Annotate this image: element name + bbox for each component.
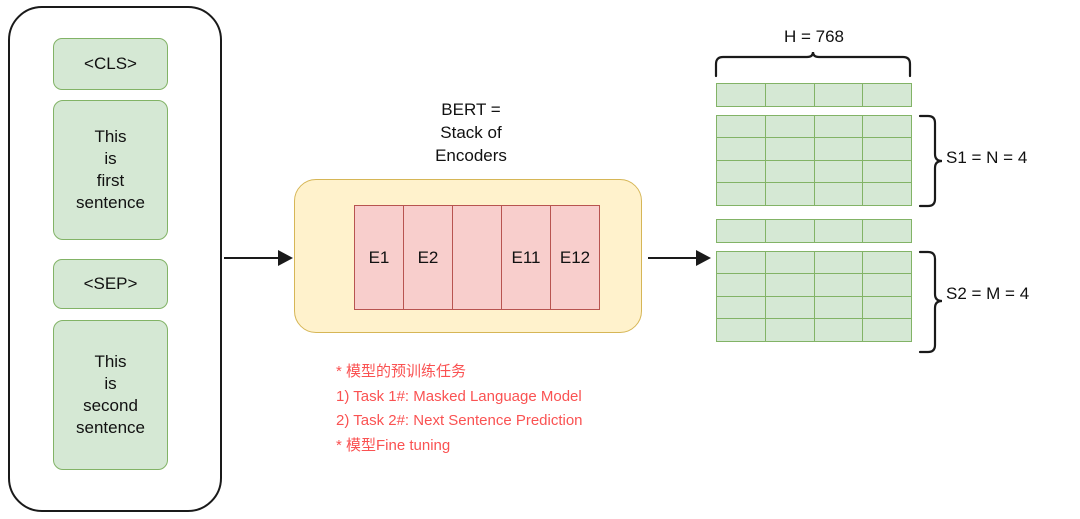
encoder-cell-ellipsis: [453, 206, 502, 309]
matrix-cell: [863, 220, 911, 242]
matrix-cell: [766, 138, 815, 161]
matrix-cell: [717, 160, 766, 183]
bert-title: BERT = Stack of Encoders: [386, 98, 556, 167]
matrix-cell: [815, 138, 864, 161]
matrix-cell: [766, 274, 815, 297]
encoder-cell-e12: E12: [559, 247, 591, 267]
matrix-cell: [863, 183, 911, 205]
matrix-cell: [863, 297, 911, 319]
matrix-row: [716, 251, 912, 275]
matrix-cell: [815, 84, 864, 106]
note-line-4: * 模型Fine tuning: [336, 436, 451, 454]
matrix-cell: [815, 220, 864, 242]
matrix-group-s1: [716, 115, 912, 207]
matrix-row: [716, 318, 912, 343]
matrix-cell: [863, 274, 911, 296]
matrix-cell: [717, 252, 766, 274]
matrix-row: [716, 295, 912, 320]
matrix-cell: [717, 319, 766, 342]
encoder-cell-e2: E2: [404, 206, 453, 309]
brace-s1: [918, 114, 943, 208]
matrix-cell: [717, 138, 766, 161]
encoder-cell-e1: E1: [355, 206, 404, 309]
arrow-bert-to-output-head: [696, 250, 711, 266]
matrix-cell: [766, 252, 815, 274]
token-box-sep: <SEP>: [53, 259, 168, 309]
bert-title-line-1: BERT =: [441, 100, 501, 119]
matrix-group-cls: [716, 83, 912, 107]
matrix-row: [716, 219, 912, 243]
matrix-cell: [766, 220, 815, 242]
matrix-row: [716, 137, 912, 162]
token-label-cls: <CLS>: [84, 54, 137, 73]
matrix-cell: [815, 160, 864, 183]
matrix-cell: [863, 252, 911, 274]
matrix-cell: [863, 319, 911, 341]
pretraining-notes: * 模型的预训练任务 1) Task 1#: Masked Language M…: [336, 360, 756, 458]
hidden-size-label: H = 768: [783, 27, 844, 46]
matrix-cell: [863, 116, 911, 138]
encoder-cell-e11: E11: [502, 206, 551, 309]
matrix-cell: [815, 252, 864, 274]
token-label-sep: <SEP>: [83, 274, 138, 293]
brace-hidden-size: [714, 51, 912, 78]
encoder-stack: E1 E2 E11 E12: [354, 205, 600, 310]
matrix-cell: [717, 220, 766, 242]
matrix-cell: [863, 161, 911, 183]
matrix-row: [716, 273, 912, 298]
matrix-row: [716, 159, 912, 184]
matrix-cell: [766, 116, 815, 138]
arrow-input-to-bert-head: [278, 250, 293, 266]
bert-title-line-2: Stack of: [440, 123, 502, 142]
matrix-cell: [766, 183, 815, 206]
matrix-cell: [717, 84, 766, 106]
matrix-cell: [766, 319, 815, 342]
matrix-cell: [815, 116, 864, 138]
matrix-cell: [717, 296, 766, 319]
matrix-group-sep: [716, 219, 912, 243]
matrix-cell: [863, 138, 911, 160]
note-line-3: 2) Task 2#: Next Sentence Prediction: [336, 412, 583, 429]
matrix-cell: [815, 319, 864, 342]
matrix-row: [716, 182, 912, 207]
note-line-1: * 模型的预训练任务: [336, 363, 467, 380]
matrix-cell: [766, 84, 815, 106]
bert-title-line-3: Encoders: [435, 146, 507, 165]
token-box-second-sentence: This is second sentence: [53, 320, 168, 470]
token-box-first-sentence: This is first sentence: [53, 100, 168, 240]
token-box-cls: <CLS>: [53, 38, 168, 90]
arrow-bert-to-output-line: [648, 257, 698, 260]
matrix-cell: [815, 296, 864, 319]
matrix-group-s2: [716, 251, 912, 343]
matrix-cell: [717, 116, 766, 138]
arrow-input-to-bert-line: [224, 257, 280, 260]
matrix-row: [716, 83, 912, 107]
note-line-2: 1) Task 1#: Masked Language Model: [336, 387, 582, 405]
matrix-cell: [717, 274, 766, 297]
brace-s2: [918, 250, 943, 354]
matrix-cell: [766, 160, 815, 183]
matrix-cell: [863, 84, 911, 106]
matrix-cell: [766, 296, 815, 319]
matrix-cell: [717, 183, 766, 206]
matrix-row: [716, 115, 912, 139]
label-s1: S1 = N = 4: [946, 148, 1028, 167]
token-label-second-sentence: This is second sentence: [76, 352, 145, 437]
diagram-canvas: <CLS> This is first sentence <SEP> This is se…: [0, 0, 1080, 519]
label-s2: S2 = M = 4: [946, 284, 1030, 303]
token-label-first-sentence: This is first sentence: [76, 127, 145, 212]
matrix-cell: [815, 183, 864, 206]
matrix-cell: [815, 274, 864, 297]
